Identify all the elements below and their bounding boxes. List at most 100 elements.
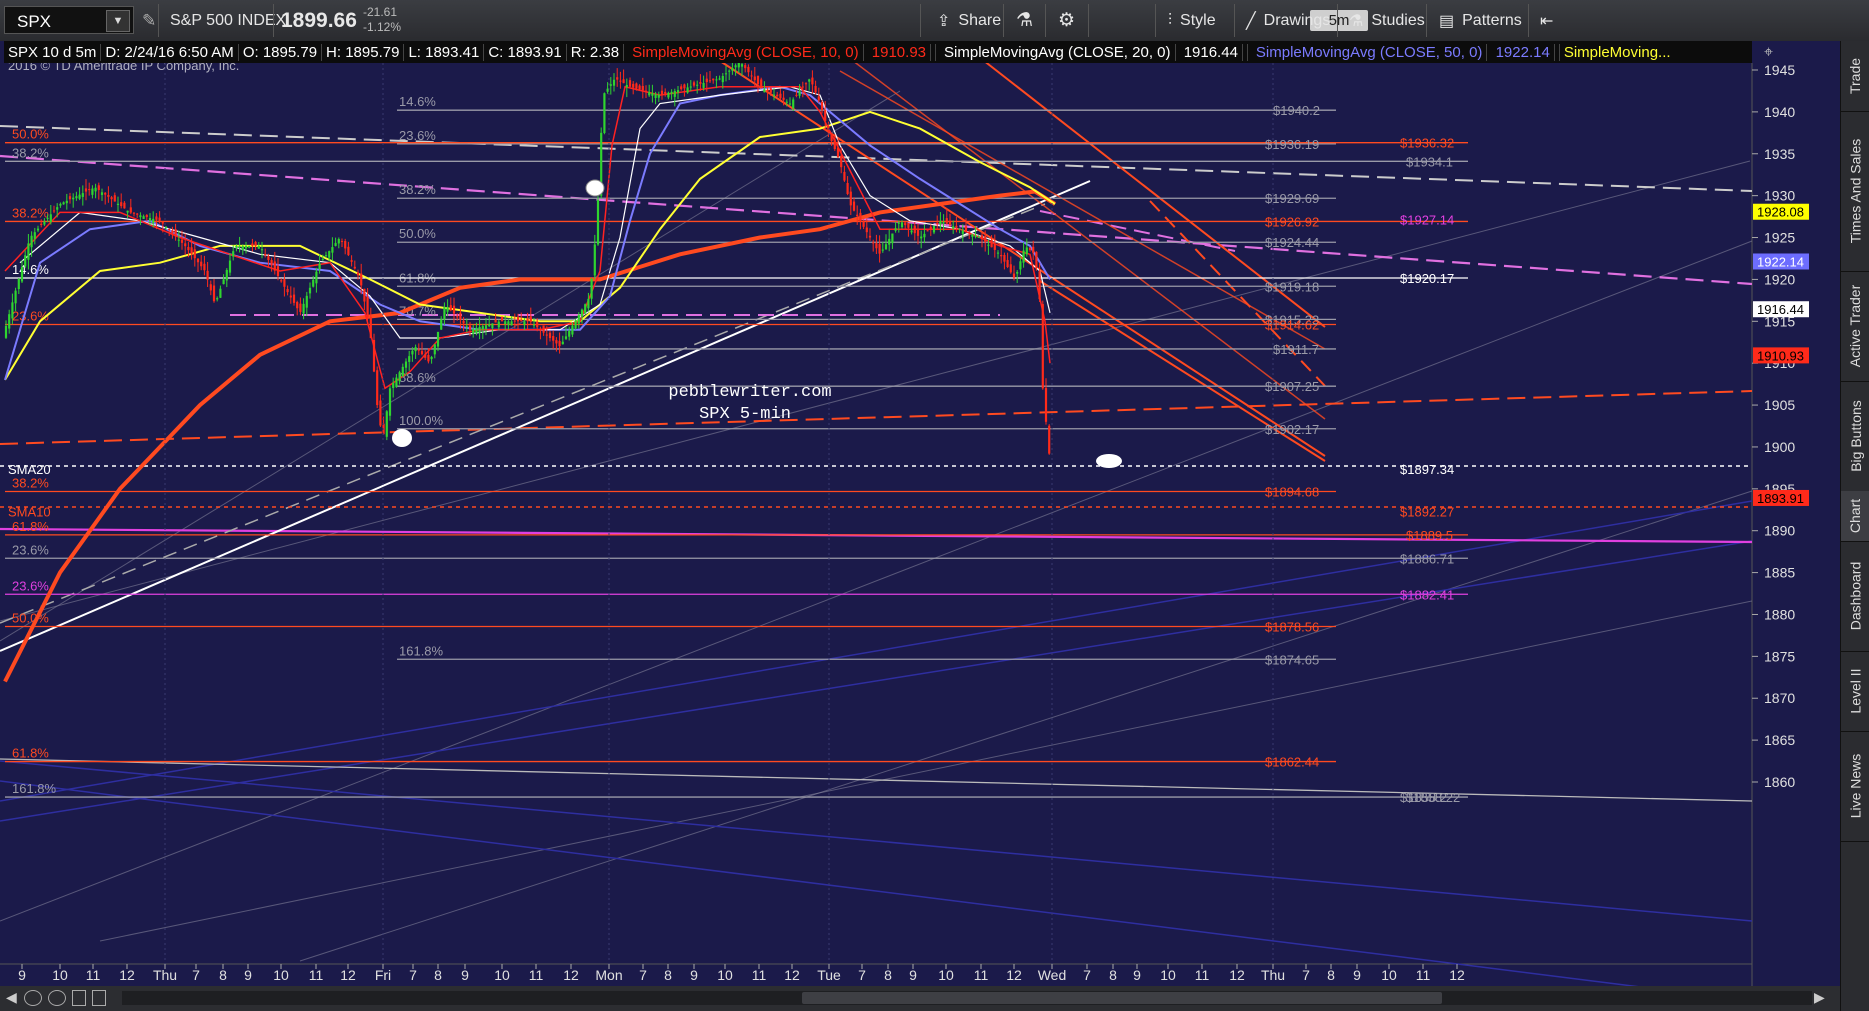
price-tick-label: 1890 [1764,523,1795,539]
nav-tab-level-ii[interactable]: Level II [1841,651,1869,732]
price-candle [78,194,81,199]
patterns-button[interactable]: ▤ Patterns [1439,7,1522,34]
price-candle [388,388,392,416]
price-candle [401,366,404,377]
price-candle [33,232,36,239]
scroll-left-icon[interactable]: ◀ [6,989,17,1006]
scroll-right-icon[interactable]: ▶ [1814,989,1825,1006]
scroll-thumb[interactable] [802,992,1442,1004]
price-candle [552,335,555,341]
nav-tab-times-and-sales[interactable]: Times And Sales [1841,111,1869,272]
price-candle [603,93,606,133]
time-tick-label: 9 [1353,967,1361,983]
fib-label: 38.2% [12,145,49,160]
last-price: 1899.66 [281,8,357,32]
price-candle [574,320,577,329]
price-candle [43,221,46,225]
price-candle [104,192,107,195]
zoom-in-icon[interactable] [48,990,66,1006]
fit-icon[interactable] [92,990,106,1006]
price-candle [734,65,737,68]
chevron-down-icon[interactable]: ▼ [106,10,130,32]
price-candle [651,93,654,96]
price-candle [385,411,388,437]
price-tick-label: 1875 [1764,648,1795,664]
price-candle [27,243,30,260]
studies-button[interactable]: ⚗ Studies [1349,7,1425,34]
collapse-icon[interactable]: ⇤ [1540,7,1553,34]
drawings-button[interactable]: ╱ Drawings [1246,7,1330,34]
price-candle [62,202,65,205]
price-candle [942,222,945,224]
nav-tab-chart[interactable]: Chart [1841,491,1869,542]
price-tick-label: 1940 [1764,104,1795,120]
nav-tab-big-buttons[interactable]: Big Buttons [1841,381,1869,492]
price-candle [491,323,494,328]
nav-tab-label: Big Buttons [1847,400,1864,472]
crosshair-icon[interactable]: ⌖ [1764,44,1773,62]
price-candle [152,218,155,223]
price-candle [456,316,459,318]
flask-icon[interactable]: ⚗ [1016,7,1033,34]
instrument-name: S&P 500 INDEX [170,11,287,29]
price-candle [299,303,302,312]
price-candle [161,222,164,224]
price-candle [699,82,702,84]
price-candle [11,302,14,319]
price-candle [488,324,491,327]
fib-label: 23.6% [12,542,49,557]
nav-tab-label: Times And Sales [1847,138,1864,244]
fib-label: 14.6% [12,262,49,277]
horizontal-scrollbar[interactable]: ◀ ▶ [0,986,1840,1011]
sma10-study[interactable]: SimpleMovingAvg (CLOSE, 10, 0) 1910.93 [624,43,937,61]
nav-tab-active-trader[interactable]: Active Trader [1841,271,1869,382]
price-candle [897,222,900,224]
divider [1155,4,1156,37]
pencil-icon[interactable]: ✎ [142,7,156,34]
price-candle [577,314,580,324]
price-candle [785,101,788,103]
nav-tab-trade[interactable]: Trade [1841,41,1869,112]
reset-zoom-icon[interactable] [72,990,86,1006]
price-candle [913,225,916,234]
level-price-label: $1924.44 [1265,235,1319,250]
bar-low: L: 1893.41 [404,43,485,61]
level-price-label: $1934.1 [1406,154,1453,169]
level-price-label: $1882.41 [1400,587,1454,602]
time-tick-label: 9 [461,967,469,983]
share-button[interactable]: ⇪ Share [937,7,1001,34]
price-candle [203,263,206,271]
price-candle [974,235,977,237]
price-candle [564,336,568,339]
price-candle [46,217,49,219]
price-candle [116,203,120,205]
style-button[interactable]: ⫶ Style [1168,7,1216,34]
time-tick-label: Fri [375,967,391,983]
price-candle [760,79,763,88]
price-chart[interactable]: 14.6%23.6%38.2%50.0%61.8%70.7%88.6%100.0… [0,41,1840,986]
price-candle [459,312,462,321]
sma50-study[interactable]: SimpleMovingAvg (CLOSE, 50, 0) 1922.14 [1248,43,1560,61]
sma20-study[interactable]: SimpleMovingAvg (CLOSE, 20, 0) 1916.44 [936,43,1248,61]
price-candle [692,82,696,86]
price-candle [494,319,497,323]
price-candle [484,325,488,329]
price-candle [696,84,699,86]
symbol-input[interactable]: SPX ▼ [4,6,134,34]
sma10-value: 1910.93 [867,43,932,61]
price-candle [817,96,820,101]
time-tick-label: 11 [86,967,101,983]
divider [1337,4,1338,37]
price-candle [712,78,715,81]
gear-icon[interactable]: ⚙ [1058,7,1075,34]
price-candle [622,79,625,84]
time-tick-label: 9 [1133,967,1141,983]
watermark-line: SPX 5-min [699,405,791,424]
nav-tab-dashboard[interactable]: Dashboard [1841,541,1869,652]
price-candle [225,269,228,281]
nav-tab-live-news[interactable]: Live News [1841,731,1869,842]
zoom-out-icon[interactable] [24,990,42,1006]
more-studies[interactable]: SimpleMoving... [1560,44,1675,61]
scroll-track[interactable] [122,991,1812,1005]
price-candle [801,86,804,88]
